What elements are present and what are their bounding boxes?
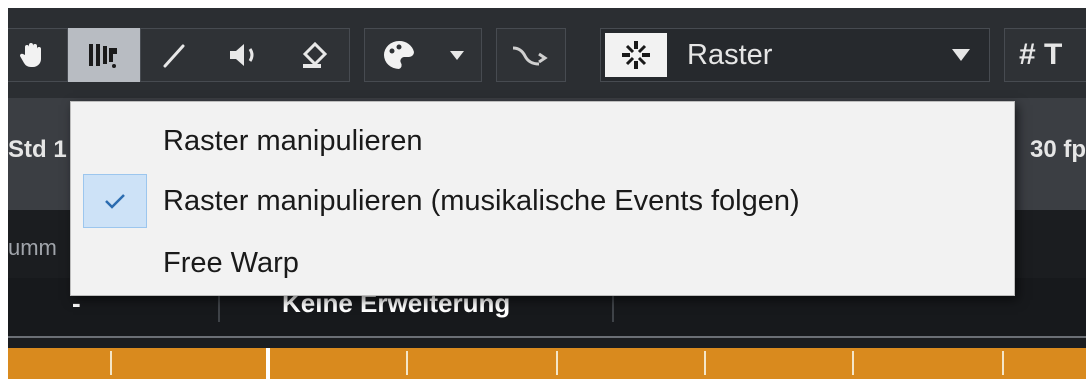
check-icon <box>83 174 147 228</box>
ruler-tick <box>852 351 854 375</box>
chevron-down-icon <box>951 47 971 68</box>
timeline-ruler[interactable] <box>8 348 1086 379</box>
hand-tool-button[interactable] <box>8 28 68 82</box>
menu-item-raster-manipulieren-musikalisch[interactable]: Raster manipulieren (musikalische Events… <box>79 174 1004 228</box>
warp-mode-menu: Raster manipulieren Raster manipulieren … <box>70 101 1015 296</box>
info-sub-label: umm <box>8 235 57 260</box>
toolbar: Raster # T <box>8 8 1086 98</box>
snap-to-grid-icon[interactable] <box>605 33 667 77</box>
ruler-position-marker <box>266 348 270 379</box>
palette-dropdown-button[interactable] <box>364 28 482 82</box>
ruler-tick <box>406 351 408 375</box>
speaker-icon[interactable] <box>226 40 262 70</box>
snap-type-select[interactable]: Raster <box>600 28 990 82</box>
paint-bucket-icon[interactable] <box>299 40 331 70</box>
info-framerate-value: 30 fp <box>1030 136 1086 163</box>
chevron-down-icon <box>449 49 465 61</box>
section-divider <box>8 336 1086 338</box>
warp-tool-button[interactable] <box>68 28 140 82</box>
pencil-icon[interactable] <box>159 40 189 70</box>
menu-item-label: Raster manipulieren <box>163 125 423 157</box>
info-left-value: Std 1 <box>8 136 67 163</box>
snap-type-value: Raster <box>687 39 773 71</box>
grid-type-button[interactable]: # T <box>1004 28 1086 82</box>
ruler-tick <box>1002 351 1004 375</box>
warp-grid-icon <box>87 40 121 70</box>
hand-icon <box>18 40 48 70</box>
cubase-project-window: Raster # T Std 1 30 fp umm - Keine Erwei… <box>8 8 1086 379</box>
menu-item-raster-manipulieren[interactable]: Raster manipulieren <box>79 114 1004 168</box>
curve-icon <box>511 40 551 70</box>
menu-item-label: Raster manipulieren (musikalische Events… <box>163 185 800 217</box>
palette-icon <box>382 39 416 71</box>
menu-item-free-warp[interactable]: Free Warp <box>79 236 1004 290</box>
menu-item-label: Free Warp <box>163 247 299 279</box>
ruler-tick <box>556 351 558 375</box>
edit-tools-group <box>140 28 350 82</box>
ruler-tick <box>704 351 706 375</box>
ruler-tick <box>110 351 112 375</box>
warp-curve-button[interactable] <box>496 28 566 82</box>
